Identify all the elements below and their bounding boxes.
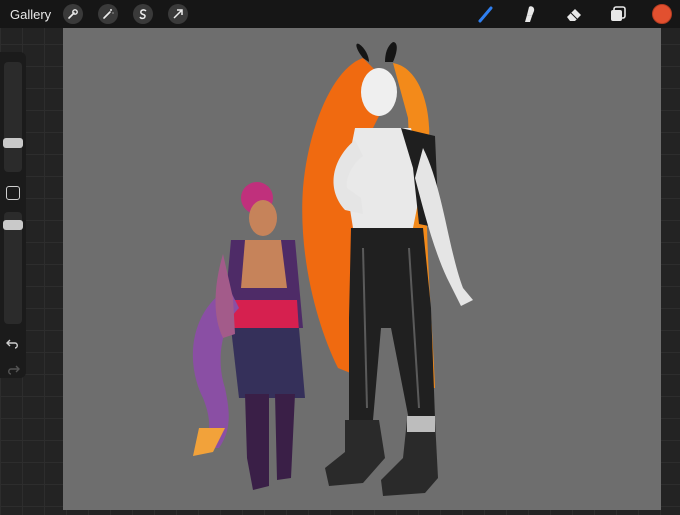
top-toolbar: Gallery [0,0,680,28]
tall-character-boot-left [325,420,385,486]
eraser-button[interactable] [564,4,584,24]
tall-character-horn-right [385,42,397,62]
short-character-boots [245,394,295,490]
tool-group-right [476,0,680,28]
short-character-head [249,200,277,236]
transform-button[interactable] [168,4,189,24]
selection-button[interactable] [133,4,154,24]
artwork-illustration [192,42,473,496]
opacity-handle[interactable] [3,220,23,230]
selection-s-icon [139,9,147,20]
tall-character-pants [349,228,435,420]
brush-button[interactable] [476,4,496,24]
color-picker-swatch[interactable] [652,4,672,24]
left-sidebar [0,52,26,378]
redo-icon[interactable] [6,362,20,376]
smudge-button[interactable] [520,4,540,24]
short-character-pants [231,328,305,398]
brush-icon [478,6,493,23]
gallery-button[interactable]: Gallery [10,7,51,22]
layers-button[interactable] [608,4,628,24]
layers-icon [611,6,626,21]
brush-size-slider[interactable] [4,62,22,172]
short-character-sash [229,300,299,332]
transform-arrow-icon [173,9,183,19]
undo-icon[interactable] [6,336,20,350]
smudge-icon [525,6,535,22]
brush-size-handle[interactable] [3,138,23,148]
magic-wand-icon [103,9,114,19]
tall-character-boot-strap [407,416,435,432]
wrench-icon [68,9,79,19]
modify-button[interactable] [6,186,20,200]
eraser-icon [567,9,581,21]
actions-button[interactable] [63,4,84,24]
adjustments-button[interactable] [98,4,119,24]
short-character-shirt [241,240,287,288]
drawing-canvas[interactable] [63,28,661,510]
tall-character-head [361,68,397,116]
